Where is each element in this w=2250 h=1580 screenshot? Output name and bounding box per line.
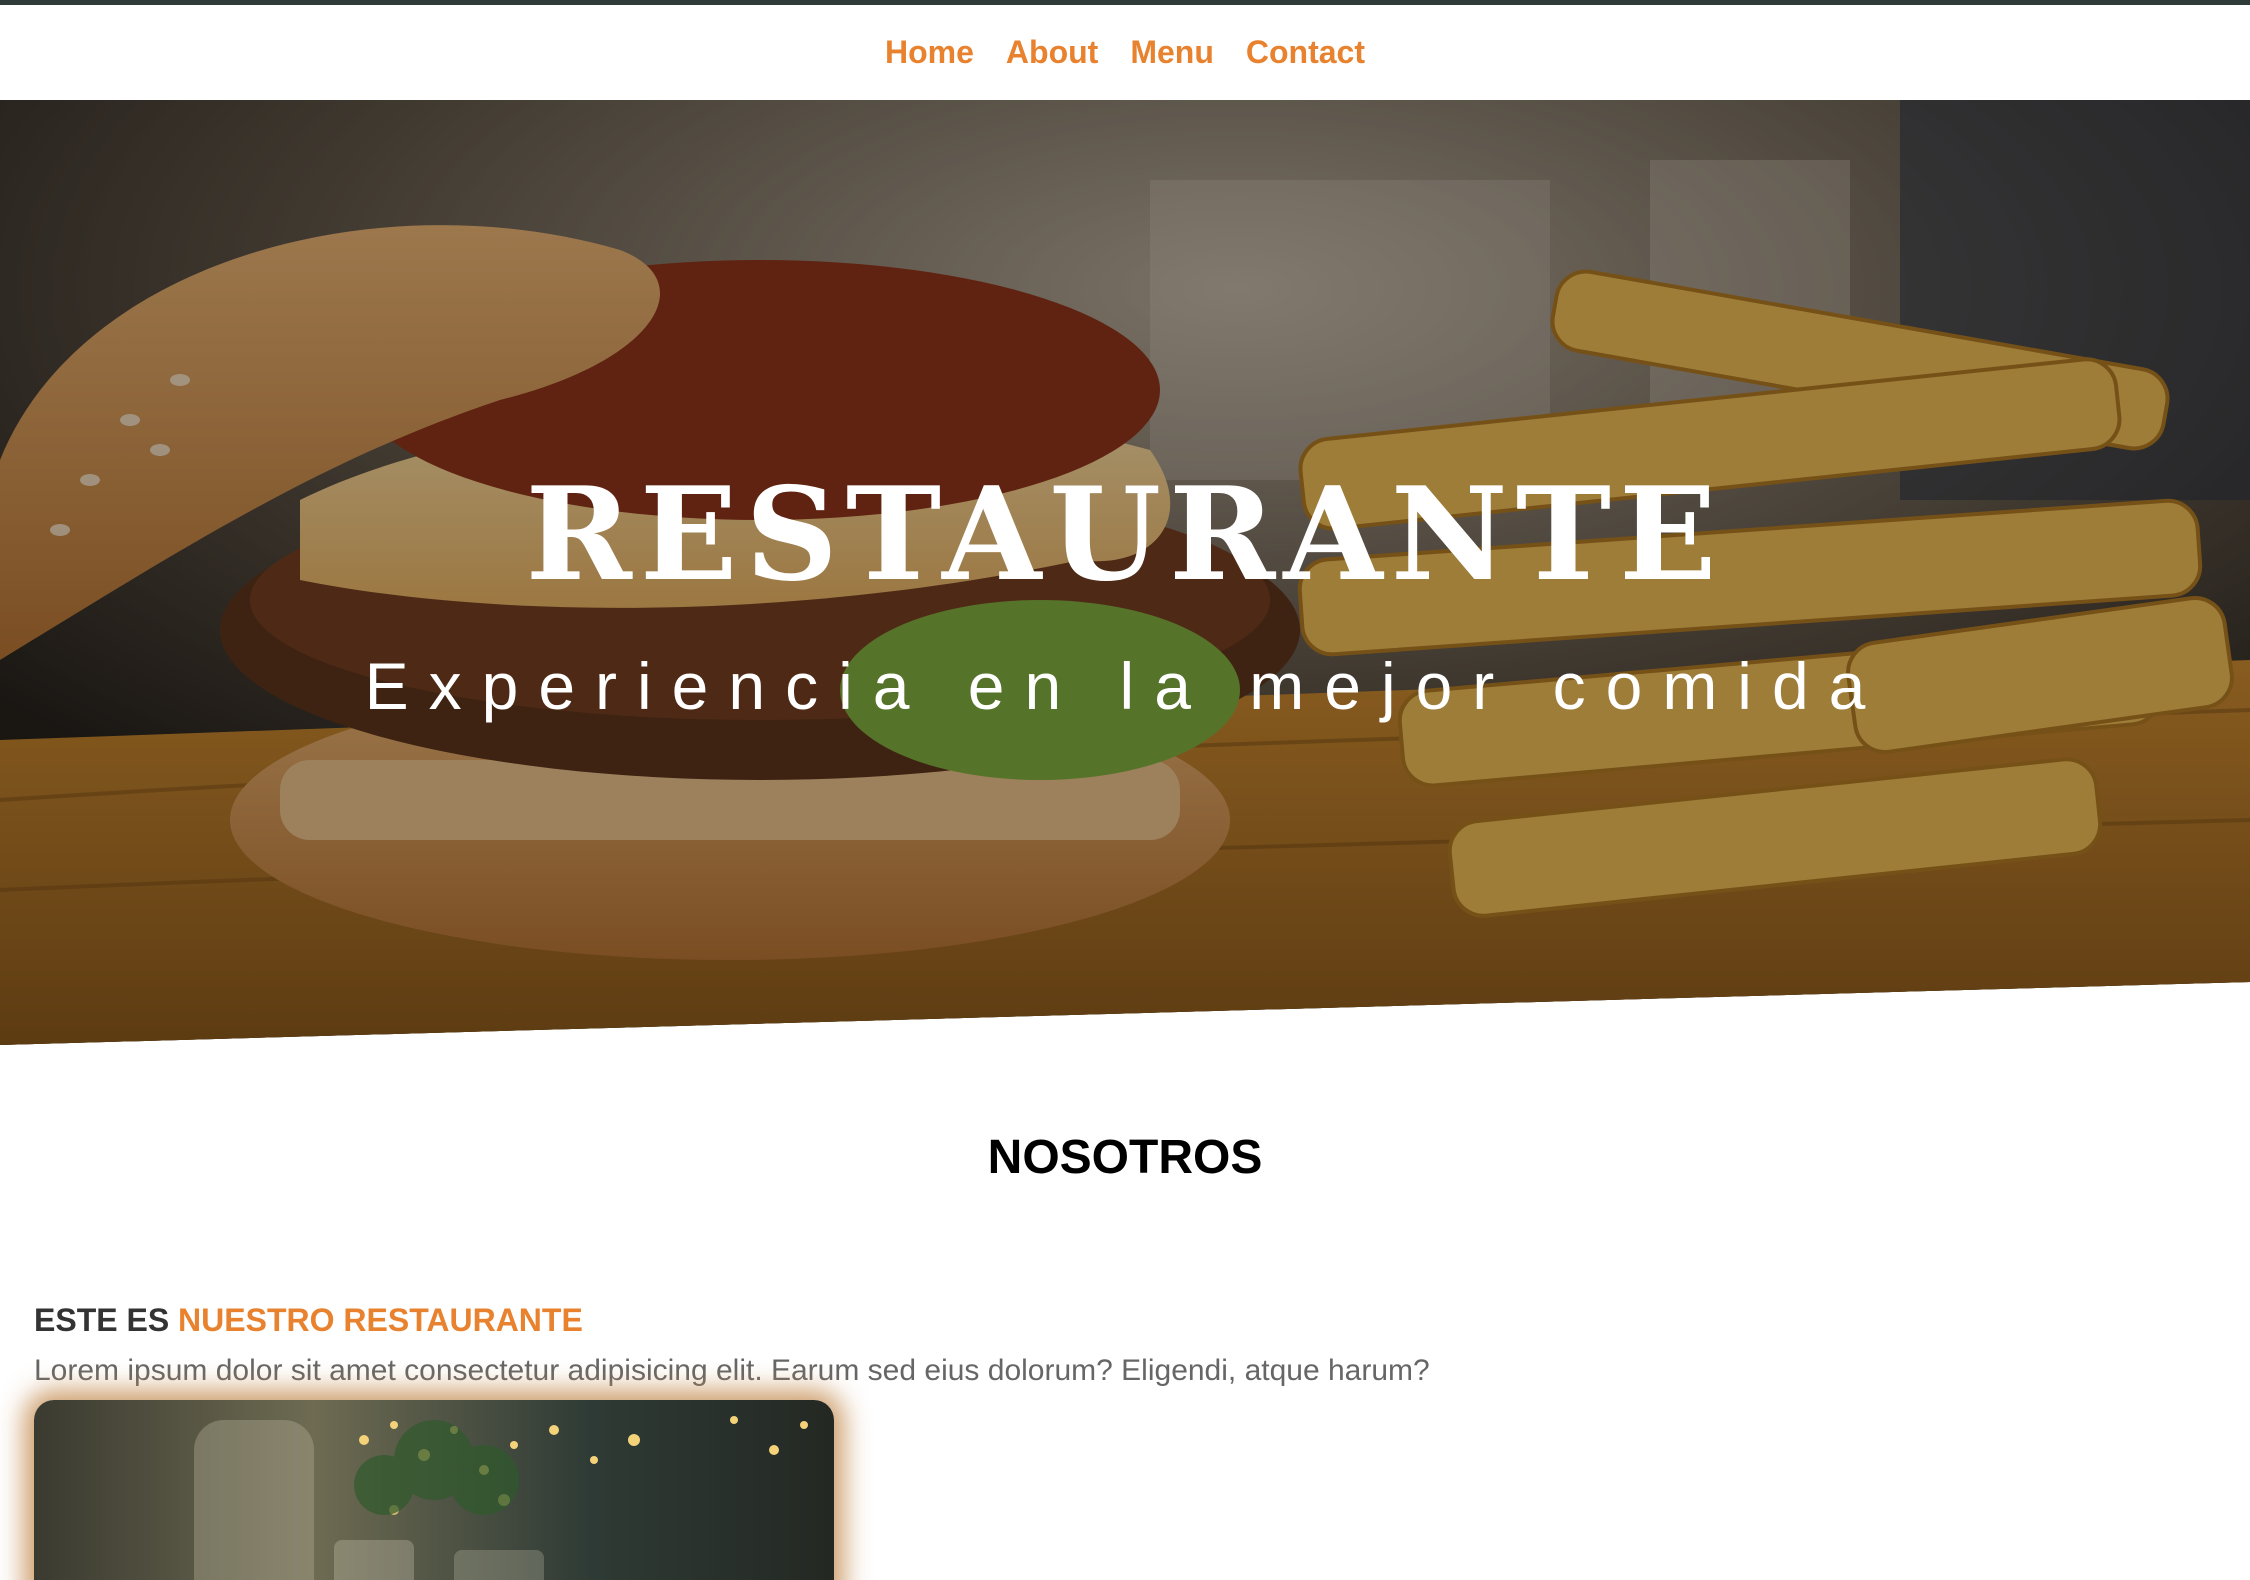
nav-home-link[interactable]: Home xyxy=(885,34,974,71)
about-text: Lorem ipsum dolor sit amet consectetur a… xyxy=(34,1354,1430,1387)
about-heading-accent: NUESTRO RESTAURANTE xyxy=(178,1302,583,1338)
hero-subtitle: Experiencia en la mejor comida xyxy=(364,649,1886,723)
main-nav: Home About Menu Contact xyxy=(0,5,2250,100)
hero-title: RESTAURANTE xyxy=(525,460,1725,610)
nav-menu-link[interactable]: Menu xyxy=(1130,34,1214,71)
restaurant-image xyxy=(34,1400,834,1580)
hero-section: RESTAURANTE Experiencia en la mejor comi… xyxy=(0,100,2250,1045)
section-title: NOSOTROS xyxy=(987,1131,1263,1184)
about-heading: ESTE ES NUESTRO RESTAURANTE xyxy=(34,1302,583,1339)
nav-contact-link[interactable]: Contact xyxy=(1246,34,1365,71)
about-heading-prefix: ESTE ES xyxy=(34,1302,170,1338)
nav-about-link[interactable]: About xyxy=(1006,34,1098,71)
restaurant-interior-image xyxy=(34,1400,834,1580)
page: Home About Menu Contact RESTAURANTE Expe… xyxy=(0,0,2250,1580)
